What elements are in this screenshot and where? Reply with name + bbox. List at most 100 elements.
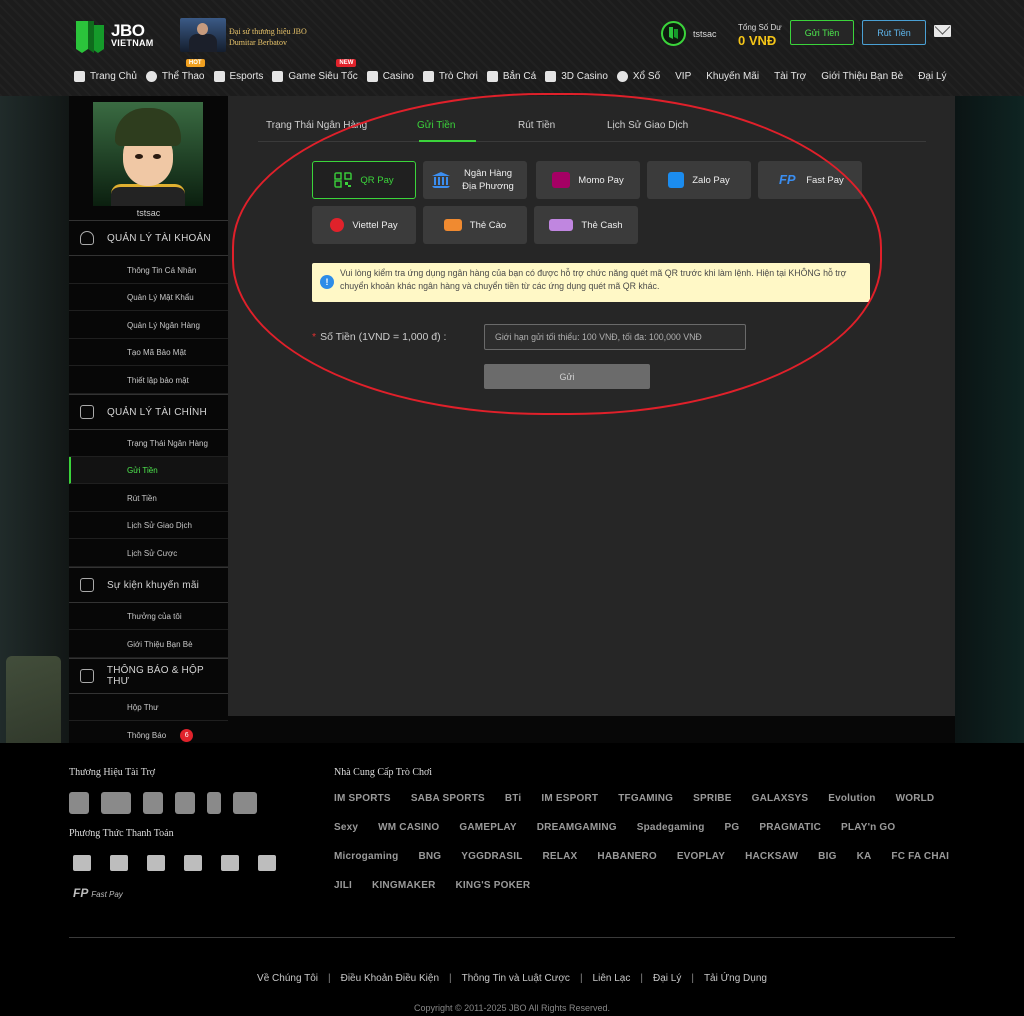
user-avatar-icon[interactable] bbox=[661, 21, 686, 46]
hot-badge: HOT bbox=[185, 58, 205, 67]
lottery-ball-icon bbox=[616, 70, 628, 82]
footer-link[interactable]: Đại Lý bbox=[653, 973, 681, 984]
provider-logo: Evolution bbox=[828, 793, 876, 804]
fastpay-label: Fast Pay bbox=[91, 890, 123, 899]
nav-fishing[interactable]: Bắn Cá bbox=[486, 70, 537, 82]
sidebar-item-mailbox[interactable]: Hộp Thư bbox=[69, 694, 228, 721]
wallet-icon bbox=[80, 405, 94, 419]
nav-games[interactable]: Trò Chơi bbox=[422, 70, 478, 82]
withdraw-button[interactable]: Rút Tiền bbox=[862, 20, 926, 45]
sidebar-section-finance[interactable]: QUẢN LÝ TÀI CHÍNH bbox=[69, 394, 228, 430]
footer-link[interactable]: Về Chúng Tôi bbox=[257, 973, 318, 984]
footer-link[interactable]: Tải Ứng Dụng bbox=[704, 973, 767, 984]
jbo-logo[interactable]: JBO VIETNAM bbox=[74, 19, 154, 55]
link-separator: | bbox=[328, 973, 331, 984]
nav-label: Esports bbox=[229, 70, 264, 82]
bank-icon bbox=[73, 855, 91, 871]
sidebar-item-withdraw[interactable]: Rút Tiền bbox=[69, 485, 228, 512]
provider-logo: BNG bbox=[418, 851, 442, 862]
dice-icon bbox=[545, 70, 557, 82]
section-title: THÔNG BÁO & HỘP THƯ bbox=[106, 665, 204, 687]
header-username[interactable]: tstsac bbox=[693, 29, 717, 39]
provider-logo: PRAGMATIC bbox=[759, 822, 822, 833]
jbo-logo-icon bbox=[74, 19, 108, 55]
provider-logo: SABA SPORTS bbox=[410, 793, 485, 804]
provider-logo: KA bbox=[856, 851, 872, 862]
footer-link[interactable]: Liên Lạc bbox=[593, 973, 631, 984]
sidebar-item-deposit[interactable]: Gửi Tiền bbox=[69, 457, 228, 484]
payment-method-logos bbox=[73, 855, 276, 871]
sponsors-title: Thương Hiệu Tài Trợ bbox=[69, 767, 156, 778]
provider-logo: Microgaming bbox=[334, 851, 399, 862]
nav-label: Game Siêu Tốc bbox=[288, 70, 358, 82]
nav-fast-game[interactable]: NEW Game Siêu Tốc bbox=[272, 58, 358, 82]
provider-logo: KINGMAKER bbox=[372, 880, 436, 891]
balance-label: Tổng Số Dư bbox=[738, 23, 782, 32]
sidebar-section-promotions[interactable]: Sự kiện khuyến mãi bbox=[69, 567, 228, 603]
footer-link[interactable]: Điều Khoản Điều Kiện bbox=[341, 973, 439, 984]
sidebar-item-personal-info[interactable]: Thông Tin Cá Nhân bbox=[69, 257, 228, 284]
provider-logo: BIG bbox=[818, 851, 837, 862]
nav-lottery[interactable]: Xổ Số bbox=[616, 70, 660, 82]
sidebar-section-inbox[interactable]: THÔNG BÁO & HỘP THƯ bbox=[69, 658, 228, 694]
provider-logo: IM ESPORT bbox=[541, 793, 599, 804]
sidebar-section-account[interactable]: QUẢN LÝ TÀI KHOẢN bbox=[69, 220, 228, 256]
nav-sports[interactable]: HOT Thể Thao bbox=[145, 58, 205, 82]
provider-logo: Spadegaming bbox=[636, 822, 705, 833]
sidebar-item-bank-status[interactable]: Trạng Thái Ngân Hàng bbox=[69, 430, 228, 457]
fish-icon bbox=[486, 70, 498, 82]
mail-icon[interactable] bbox=[934, 25, 951, 37]
provider-logo: TFGAMING bbox=[618, 793, 674, 804]
nav-esports[interactable]: Esports bbox=[213, 70, 264, 82]
provider-logo: HABANERO bbox=[597, 851, 657, 862]
main-nav: Trang Chủ HOT Thể Thao Esports NEW Game Si… bbox=[74, 58, 947, 84]
provider-logo: PG bbox=[724, 822, 740, 833]
logo-subtitle: VIETNAM bbox=[111, 38, 154, 48]
nav-casino[interactable]: Casino bbox=[366, 70, 414, 82]
provider-logo: HACKSAW bbox=[745, 851, 799, 862]
footer-link[interactable]: Thông Tin và Luật Cược bbox=[462, 973, 570, 984]
deposit-button[interactable]: Gửi Tiền bbox=[790, 20, 854, 45]
nav-refer-friends[interactable]: Giới Thiệu Bạn Bè bbox=[821, 71, 903, 82]
nav-3d-casino[interactable]: 3D Casino bbox=[545, 70, 608, 82]
momo-icon bbox=[184, 855, 202, 871]
nav-label: Bắn Cá bbox=[502, 70, 537, 82]
provider-logo: IM SPORTS bbox=[334, 793, 391, 804]
link-separator: | bbox=[691, 973, 694, 984]
sidebar-item-security-code[interactable]: Tạo Mã Bảo Mật bbox=[69, 339, 228, 366]
ambassador-name: Dumitar Berbatov bbox=[229, 38, 287, 47]
club-logo-icon bbox=[143, 792, 163, 814]
sidebar-item-password[interactable]: Quản Lý Mật Khẩu bbox=[69, 284, 228, 311]
nav-agent[interactable]: Đại Lý bbox=[918, 71, 946, 82]
provider-logo: RELAX bbox=[542, 851, 578, 862]
link-separator: | bbox=[449, 973, 452, 984]
provider-logo: EVOPLAY bbox=[676, 851, 726, 862]
sidebar-item-refer-friends[interactable]: Giới Thiệu Bạn Bè bbox=[69, 631, 228, 658]
provider-logo: PLAY'n GO bbox=[841, 822, 896, 833]
nav-promotions[interactable]: Khuyến Mãi bbox=[706, 71, 759, 82]
sidebar-item-bank[interactable]: Quản Lý Ngân Hàng bbox=[69, 312, 228, 339]
section-title: QUẢN LÝ TÀI CHÍNH bbox=[107, 406, 207, 418]
copyright: Copyright © 2011-2025 JBO All Rights Res… bbox=[413, 1003, 611, 1013]
link-separator: | bbox=[640, 973, 643, 984]
nav-sponsorship[interactable]: Tài Trợ bbox=[774, 71, 806, 82]
provider-logo: SPRIBE bbox=[693, 793, 732, 804]
nav-label: 3D Casino bbox=[561, 70, 608, 82]
provider-logos: IM SPORTS SABA SPORTS BTi IM ESPORT TFGAMING… bbox=[334, 790, 954, 894]
provider-logo: WM CASINO bbox=[378, 822, 440, 833]
profile-avatar bbox=[93, 102, 203, 206]
nav-home[interactable]: Trang Chủ bbox=[74, 70, 137, 82]
gift-icon bbox=[80, 578, 94, 592]
sidebar-item-bet-history[interactable]: Lịch Sử Cược bbox=[69, 540, 228, 567]
section-title: Sự kiện khuyến mãi bbox=[107, 579, 200, 591]
om-logo-icon bbox=[69, 792, 89, 814]
sidebar-item-transaction-history[interactable]: Lịch Sử Giao Dịch bbox=[69, 512, 228, 539]
sidebar-item-security-settings[interactable]: Thiết lập bảo mật bbox=[69, 367, 228, 394]
header: JBO VIETNAM Đại sứ thương hiệu JBO Dumit… bbox=[0, 0, 1024, 96]
providers-title: Nhà Cung Cấp Trò Chơi bbox=[334, 767, 433, 778]
ambassador-photo bbox=[180, 18, 226, 52]
ambassador-title: Đại sứ thương hiệu JBO bbox=[229, 27, 307, 36]
nav-vip[interactable]: VIP bbox=[675, 71, 691, 82]
sidebar-item-my-rewards[interactable]: Thưởng của tôi bbox=[69, 603, 228, 630]
inbox-icon bbox=[80, 669, 94, 683]
